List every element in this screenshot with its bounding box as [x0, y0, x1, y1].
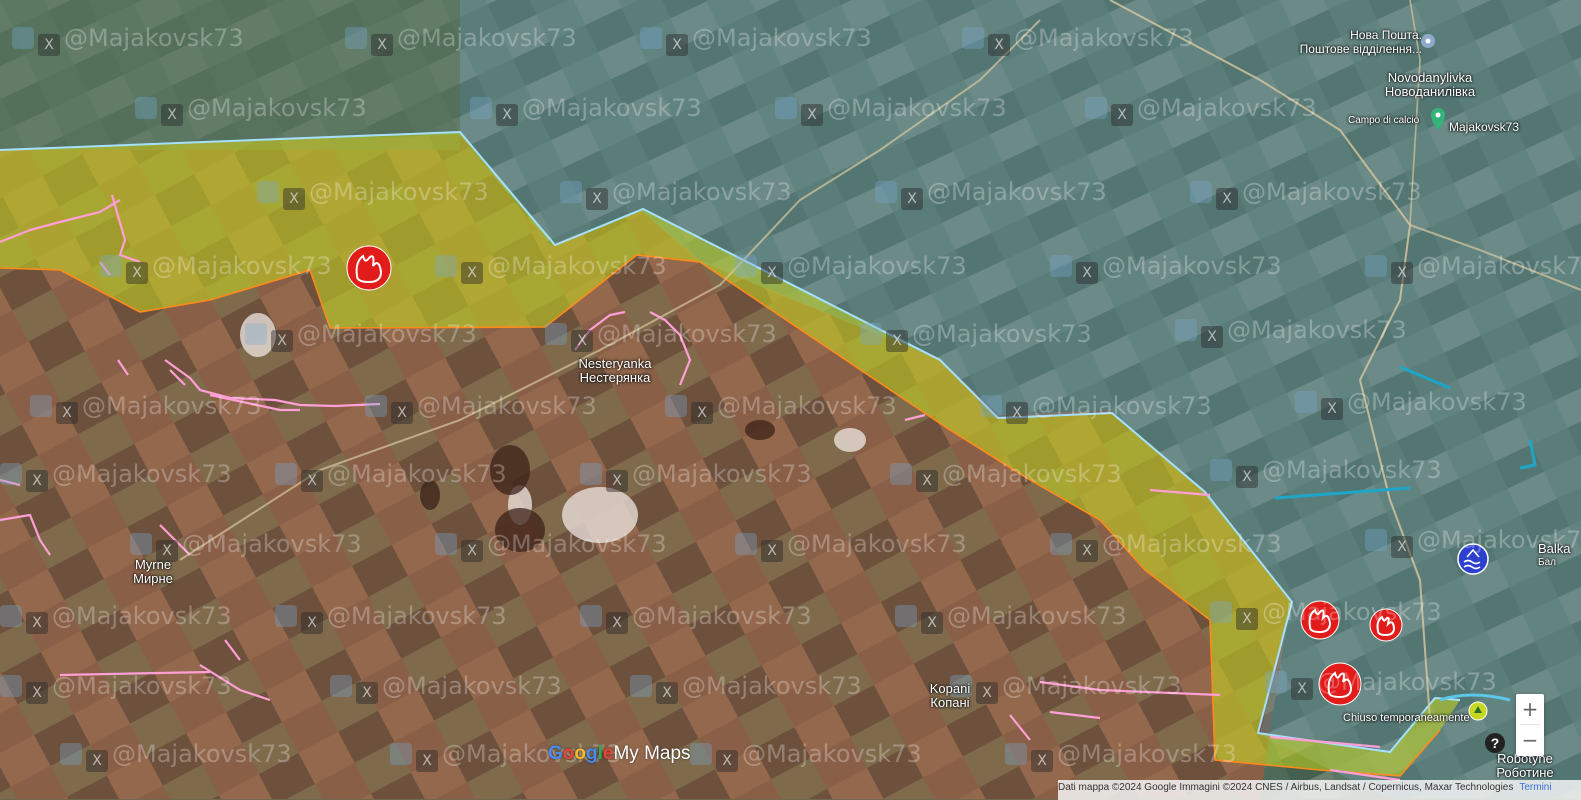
fire-icon: [1369, 608, 1403, 642]
place-label-myrne: Myrne Мирне: [133, 557, 173, 586]
north-west-fields: [0, 0, 460, 150]
map-attribution: Dati mappa ©2024 Google Immagini ©2024 C…: [1058, 780, 1581, 800]
fire-icon: [1300, 600, 1340, 640]
zoom-out-button[interactable]: −: [1516, 725, 1544, 755]
place-label-balka: Balka Бал: [1538, 541, 1571, 569]
place-label-novodanylivka: Novodanylivka Новоданилівка: [1384, 70, 1476, 99]
help-button[interactable]: ?: [1485, 733, 1505, 753]
place-label-nesteryanka: Nesteryanka Нестерянка: [578, 356, 652, 385]
poi-nova-poshta[interactable]: Нова Пошта. Поштове відділення...: [1272, 28, 1422, 56]
terms-link[interactable]: Termini: [1519, 782, 1551, 793]
fire-icon: [1318, 662, 1362, 706]
fire-icon: [346, 245, 392, 291]
satellite-map[interactable]: [0, 0, 1581, 799]
attribution-text: Dati mappa ©2024 Google Immagini ©2024 C…: [1058, 782, 1514, 793]
mail-pin-icon: [1421, 34, 1435, 48]
flood-icon: [1457, 543, 1489, 575]
poi-campo-di-calcio[interactable]: Campo di calcio: [1348, 115, 1419, 126]
zoom-in-button[interactable]: +: [1516, 694, 1544, 724]
poi-majakovsk-pin[interactable]: Majakovsk73: [1449, 120, 1519, 134]
zoom-control: + −: [1516, 694, 1544, 756]
park-pin-icon: [1468, 701, 1488, 721]
place-label-kopani: Kopani Копані: [929, 681, 971, 710]
google-mymaps-logo: GoogleMy Maps: [548, 743, 691, 764]
place-label-robotyne: Robotyne Роботине: [1496, 751, 1554, 780]
poi-chiuso[interactable]: Chiuso temporaneamente: [1343, 712, 1470, 724]
